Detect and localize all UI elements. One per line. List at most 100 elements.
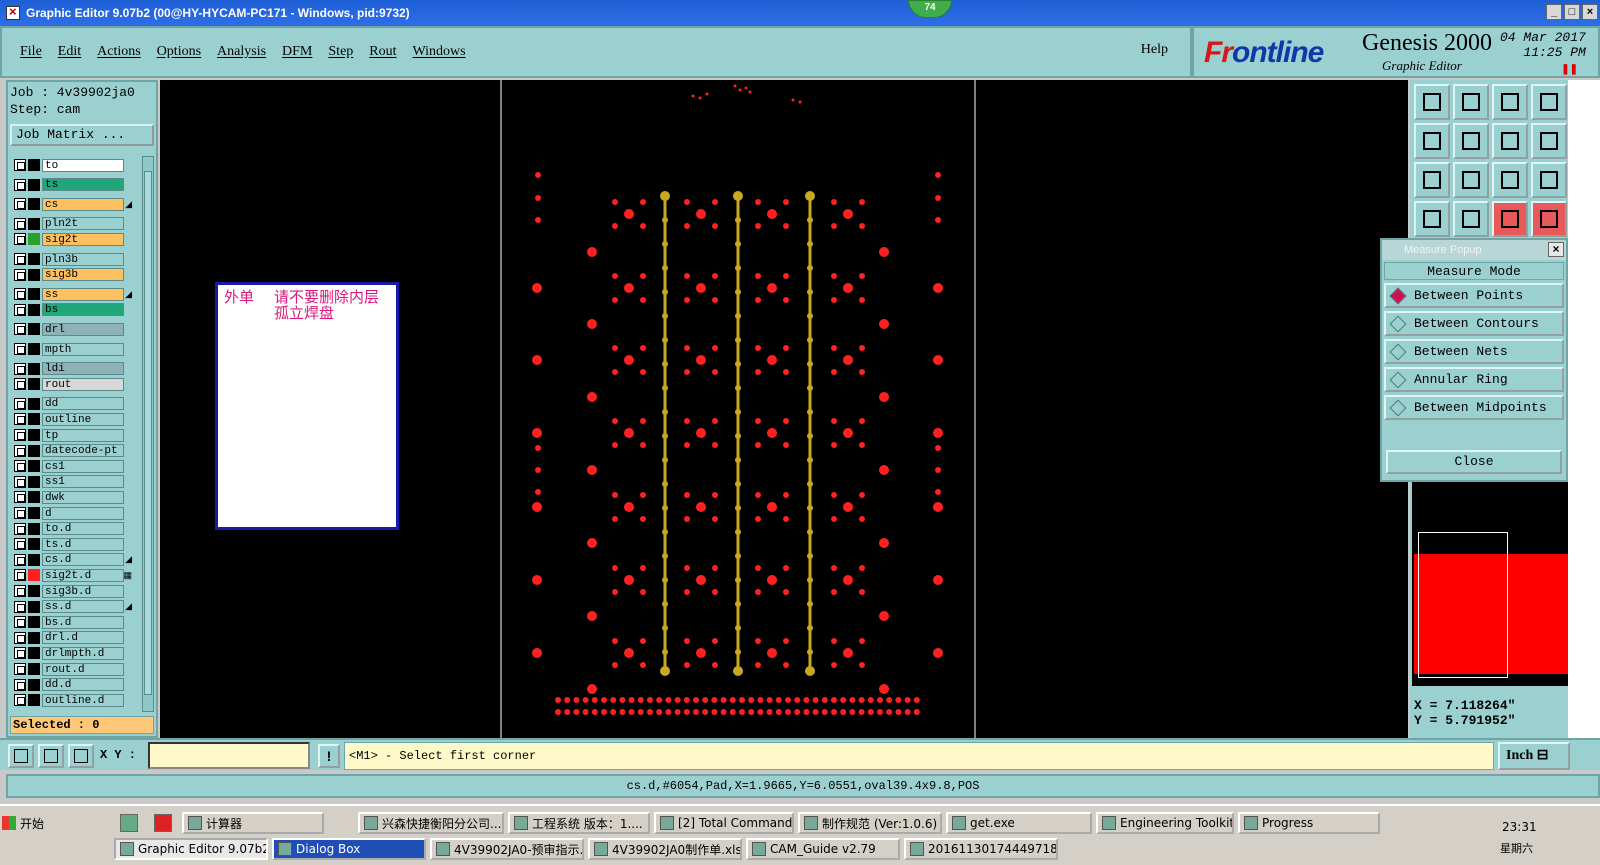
layer-row[interactable]: bs	[10, 303, 136, 317]
layer-checkbox[interactable]	[14, 429, 26, 441]
units-select[interactable]: Inch ⊟	[1498, 742, 1570, 770]
layer-color-swatch[interactable]	[28, 538, 40, 551]
layer-row[interactable]: outline	[10, 412, 136, 426]
maximize-button[interactable]: □	[1564, 4, 1580, 20]
redraw-button[interactable]	[1531, 123, 1567, 159]
layer-checkbox[interactable]	[14, 663, 26, 675]
zoom-fit-button[interactable]	[1414, 162, 1450, 198]
layer-color-swatch[interactable]	[28, 600, 40, 613]
taskbar-item[interactable]: Progress	[1238, 812, 1380, 834]
layer-name[interactable]: d	[42, 506, 124, 520]
layer-row[interactable]: sig2t.d ▦	[10, 568, 136, 582]
layer-color-swatch[interactable]	[28, 616, 40, 629]
layer-name[interactable]: cs	[42, 197, 124, 211]
layer-checkbox[interactable]	[14, 553, 26, 566]
layer-checkbox[interactable]	[14, 159, 26, 171]
help-button[interactable]	[1531, 162, 1567, 198]
taskbar-item[interactable]: get.exe	[946, 812, 1092, 834]
layer-color-swatch[interactable]	[28, 569, 40, 582]
layer-color-swatch[interactable]	[28, 522, 40, 535]
layer-color-swatch[interactable]	[28, 159, 40, 171]
layer-checkbox[interactable]	[14, 491, 26, 504]
layer-color-swatch[interactable]	[28, 491, 40, 504]
layer-color-swatch[interactable]	[28, 585, 40, 597]
layer-row[interactable]: datecode-pt	[10, 444, 136, 458]
layer-color-swatch[interactable]	[28, 413, 40, 426]
layer-color-swatch[interactable]	[28, 362, 40, 375]
layer-color-swatch[interactable]	[28, 678, 40, 691]
layer-checkbox[interactable]	[14, 694, 26, 707]
layer-name[interactable]: sig2t.d	[42, 568, 124, 582]
step-in-button[interactable]	[1492, 123, 1528, 159]
layer-name[interactable]: drlmpth.d	[42, 646, 124, 660]
xy-input[interactable]	[148, 742, 310, 769]
layer-checkbox[interactable]	[14, 233, 26, 246]
layer-row[interactable]: bs.d	[10, 615, 136, 629]
layer-color-swatch[interactable]	[28, 460, 40, 473]
layer-checkbox[interactable]	[14, 288, 26, 301]
taskbar-item[interactable]: 兴森快捷衡阳分公司...	[358, 812, 504, 834]
layer-checkbox[interactable]	[14, 378, 26, 391]
taskbar-item[interactable]: Engineering Toolkit 9....	[1096, 812, 1234, 834]
taskbar-item[interactable]: 4V39902JA0-预审指示...	[430, 838, 584, 860]
layer-row[interactable]: mpth	[10, 342, 136, 356]
taskbar-item[interactable]: 制作规范 (Ver:1.0.6)	[798, 812, 942, 834]
measure-option[interactable]: Between Contours	[1384, 311, 1564, 336]
layer-row[interactable]: dd.d	[10, 678, 136, 692]
layer-name[interactable]: ts.d	[42, 537, 124, 551]
close-window-button[interactable]: ×	[1582, 4, 1598, 20]
layer-row[interactable]: ss1	[10, 475, 136, 489]
layer-row[interactable]: tp	[10, 428, 136, 442]
layer-color-swatch[interactable]	[28, 233, 40, 246]
layer-checkbox[interactable]	[14, 253, 26, 265]
layer-name[interactable]: cs.d	[42, 553, 124, 567]
job-matrix-button[interactable]: Job Matrix ...	[10, 124, 154, 146]
layer-color-swatch[interactable]	[28, 663, 40, 675]
measure-option[interactable]: Between Midpoints	[1384, 395, 1564, 420]
layer-row[interactable]: cs ◢	[10, 197, 136, 211]
layer-checkbox[interactable]	[14, 413, 26, 426]
layer-color-swatch[interactable]	[28, 323, 40, 336]
measure-option[interactable]: Annular Ring	[1384, 367, 1564, 392]
angle-button[interactable]	[38, 744, 64, 768]
layer-name[interactable]: dd.d	[42, 678, 124, 692]
pdf-icon[interactable]	[154, 814, 172, 832]
quick-launch-icon[interactable]	[120, 814, 138, 832]
layer-color-swatch[interactable]	[28, 378, 40, 391]
layer-row[interactable]: cs.d ◢	[10, 553, 136, 567]
exclaim-button[interactable]: !	[318, 744, 340, 768]
pan-left-button[interactable]	[1414, 123, 1450, 159]
taskbar-item[interactable]: Graphic Editor 9.07b2	[114, 838, 268, 860]
layer-color-swatch[interactable]	[28, 343, 40, 355]
zoom-window-button[interactable]	[1531, 84, 1567, 120]
layer-name[interactable]: outline	[42, 412, 124, 426]
layer-name[interactable]: sig2t	[42, 232, 124, 246]
layer-row[interactable]: ts.d	[10, 537, 136, 551]
layer-row[interactable]: drl.d	[10, 631, 136, 645]
layer-name[interactable]: drl	[42, 322, 124, 336]
taskbar-item[interactable]: [2] Total Commander ...	[654, 812, 794, 834]
graphic-canvas[interactable]: 外单 请不要删除内层 孤立焊盘	[160, 80, 1408, 738]
layer-checkbox[interactable]	[14, 217, 26, 230]
layer-checkbox[interactable]	[14, 323, 26, 336]
layer-checkbox[interactable]	[14, 507, 26, 519]
layer-row[interactable]: pln3b	[10, 252, 136, 266]
layer-checkbox[interactable]	[14, 178, 26, 191]
layer-name[interactable]: pln2t	[42, 217, 124, 231]
layer-checkbox[interactable]	[14, 362, 26, 375]
taskbar-item[interactable]: Dialog Box	[272, 838, 426, 860]
layer-checkbox[interactable]	[14, 198, 26, 211]
layer-name[interactable]: bs.d	[42, 615, 124, 629]
menu-windows[interactable]: Windows	[413, 44, 466, 60]
layer-row[interactable]: outline.d	[10, 693, 136, 707]
layer-color-swatch[interactable]	[28, 217, 40, 230]
layer-color-swatch[interactable]	[28, 268, 40, 281]
layer-name[interactable]: cs1	[42, 459, 124, 473]
menu-actions[interactable]: Actions	[97, 44, 141, 60]
layer-name[interactable]: outline.d	[42, 693, 124, 707]
layer-row[interactable]: ss ◢	[10, 287, 136, 301]
measure-option[interactable]: Between Nets	[1384, 339, 1564, 364]
layer-row[interactable]: dd	[10, 397, 136, 411]
layer-name[interactable]: ts	[42, 178, 124, 192]
measure-option[interactable]: Between Points	[1384, 283, 1564, 308]
